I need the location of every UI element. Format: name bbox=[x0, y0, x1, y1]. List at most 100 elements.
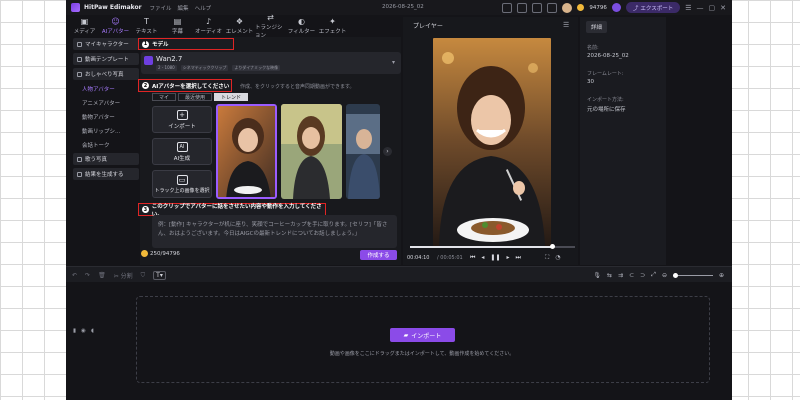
tool-icon: ▣ bbox=[80, 16, 89, 26]
prompt-input[interactable]: 例：[動作] キャラクターが机に座り、笑顔でコーヒーカップを手に取ります。[セリ… bbox=[152, 215, 397, 248]
model-selector[interactable]: Wan2.7 2 - 1080 シネマティッククリップ よりダイナミックな映像 … bbox=[141, 52, 401, 74]
fullscreen-icon[interactable]: ⛶ bbox=[545, 254, 549, 262]
step-forward-icon[interactable]: ▸ bbox=[506, 254, 509, 262]
subitem-anime-avatar[interactable]: アニメアバター bbox=[73, 97, 139, 109]
step-back-icon[interactable]: ◂ bbox=[481, 254, 484, 262]
chevron-down-icon: ▾ bbox=[391, 59, 395, 66]
microphone-icon[interactable]: 🎙 bbox=[593, 272, 601, 279]
toolbar-tool[interactable]: ♪ オーディオ bbox=[193, 15, 224, 37]
avatar-thumbnail[interactable] bbox=[281, 104, 342, 199]
scrubber-handle[interactable] bbox=[549, 244, 555, 249]
track-audio-icon[interactable]: ◖ bbox=[91, 328, 94, 334]
nav-talking-photo[interactable]: おしゃべり写真 bbox=[73, 68, 139, 80]
export-button[interactable]: ⤴ エクスポート bbox=[625, 2, 681, 13]
tool-label: テキスト bbox=[135, 28, 158, 35]
subitem-human-avatar[interactable]: 人物アバター bbox=[73, 83, 139, 95]
avatar-thumbnail-selected[interactable] bbox=[216, 104, 277, 199]
nav-generate-results[interactable]: 結果を生成する bbox=[73, 168, 139, 180]
menu-icon[interactable]: ☰ bbox=[563, 21, 569, 29]
zoom-out-icon[interactable]: ⊖ bbox=[662, 272, 667, 279]
points-count: 94796 bbox=[589, 4, 607, 11]
toolbar-tool[interactable]: ▤ 字幕 bbox=[162, 15, 193, 37]
avatar-thumbnail[interactable] bbox=[346, 104, 380, 199]
ai-generate-button[interactable]: AI AI生成 bbox=[152, 138, 212, 165]
title-actions: 94796 ⤴ エクスポート ☰ — ▢ ✕ bbox=[502, 2, 726, 13]
toolbar-tool[interactable]: ▣ メディア bbox=[69, 15, 100, 37]
toolbar-tool[interactable]: ❖ エレメント bbox=[224, 15, 255, 37]
monitor-icon[interactable] bbox=[502, 2, 513, 13]
toolbar-tool[interactable]: ⇄ トランジション bbox=[255, 12, 286, 39]
delete-icon[interactable]: 🗑 bbox=[98, 272, 106, 279]
redo-icon[interactable]: ↷ bbox=[85, 272, 90, 279]
tool-icon: T bbox=[144, 16, 149, 26]
tool-icon: ♪ bbox=[205, 16, 212, 26]
snap-icon[interactable]: ⇉ bbox=[618, 272, 623, 279]
toolbar-tool[interactable]: ☺ AIアバター bbox=[100, 15, 131, 37]
step-number: 3 bbox=[142, 206, 149, 213]
tab-trending[interactable]: トレンド bbox=[214, 93, 249, 101]
zoom-in-icon[interactable]: ⊕ bbox=[719, 272, 724, 279]
video-preview[interactable] bbox=[433, 38, 551, 246]
tool-icon: ✦ bbox=[329, 16, 336, 26]
notification-icon[interactable] bbox=[532, 2, 543, 13]
avatar-image bbox=[281, 104, 342, 199]
prev-frame-icon[interactable]: ⏮ bbox=[470, 254, 475, 262]
pause-icon[interactable]: ❚❚ bbox=[490, 254, 500, 262]
shield-icon[interactable]: ⛉ bbox=[141, 272, 146, 280]
nav-my-characters[interactable]: マイキャラクター bbox=[73, 38, 139, 50]
minimize-icon[interactable]: — bbox=[697, 4, 704, 12]
magnet-icon[interactable]: ⊂ bbox=[629, 272, 634, 279]
subitem-conversation[interactable]: 会話トーク bbox=[73, 139, 139, 151]
model-name: Wan2.7 bbox=[156, 55, 183, 63]
toolbar-tool[interactable]: ◐ フィルター bbox=[286, 15, 317, 37]
toolbar-tool[interactable]: ✦ エフェクト bbox=[317, 15, 348, 37]
zoom-handle[interactable] bbox=[672, 272, 678, 278]
model-tag: シネマティッククリップ bbox=[180, 65, 229, 71]
next-frame-icon[interactable]: ⏭ bbox=[516, 254, 521, 262]
vip-icon[interactable] bbox=[611, 3, 621, 12]
subitem-animal-avatar[interactable]: 動物アバター bbox=[73, 111, 139, 123]
text-tool-button[interactable]: T▾ bbox=[153, 271, 166, 280]
track-lock-icon[interactable]: ▮ bbox=[73, 328, 76, 334]
coin-icon bbox=[577, 4, 585, 11]
step-number: 2 bbox=[142, 82, 149, 89]
generate-button[interactable]: 作成する bbox=[360, 250, 397, 260]
nav-video-templates[interactable]: 動画テンプレート bbox=[73, 53, 139, 65]
menu-edit[interactable]: 編集 bbox=[178, 4, 189, 12]
user-avatar[interactable] bbox=[562, 2, 573, 13]
ripple-icon[interactable]: ⊃ bbox=[640, 272, 645, 279]
track-header: ▮ ◉ ◖ bbox=[73, 328, 94, 334]
tool-icon: ☺ bbox=[111, 16, 120, 26]
maximize-icon[interactable]: ▢ bbox=[709, 4, 716, 12]
import-media-button[interactable]: ▰ インポート bbox=[390, 328, 455, 342]
fit-icon[interactable]: ⤢ bbox=[651, 271, 656, 279]
tool-label: フィルター bbox=[287, 28, 316, 35]
toolbar-tool[interactable]: T テキスト bbox=[131, 15, 162, 37]
close-icon[interactable]: ✕ bbox=[720, 4, 726, 12]
video-scrubber[interactable] bbox=[410, 244, 575, 249]
menu-help[interactable]: ヘルプ bbox=[195, 4, 212, 12]
ai-icon: AI bbox=[176, 141, 188, 152]
split-button[interactable]: ✂ 分割 bbox=[114, 271, 133, 280]
undo-icon[interactable]: ↶ bbox=[72, 272, 77, 279]
volume-icon[interactable]: ◔ bbox=[555, 254, 560, 262]
nav-singing-photo[interactable]: 歌う写真 bbox=[73, 153, 139, 165]
select-track-image-button[interactable]: ▭ トラック上の画像を選択 bbox=[152, 170, 212, 198]
menu-file[interactable]: ファイル bbox=[150, 4, 172, 12]
tab-mine[interactable]: マイ bbox=[152, 93, 177, 101]
subitem-lip-sync[interactable]: 動画リップシ... bbox=[73, 125, 139, 137]
info-icon[interactable] bbox=[547, 2, 558, 13]
timeline-edit-tools: ↶ ↷ 🗑 ✂ 分割 ⛉ T▾ bbox=[72, 271, 166, 280]
menu-icon[interactable]: ☰ bbox=[685, 4, 691, 12]
tab-details[interactable]: 詳細 bbox=[586, 21, 608, 33]
import-avatar-button[interactable]: + インポート bbox=[152, 106, 212, 133]
message-icon[interactable] bbox=[517, 2, 528, 13]
tool-icon: ⇄ bbox=[267, 12, 274, 22]
scrubber-progress bbox=[410, 246, 552, 248]
link-icon[interactable]: ⇆ bbox=[607, 272, 612, 279]
tab-recent[interactable]: 最近使用 bbox=[178, 93, 213, 101]
tool-icon: ◐ bbox=[298, 16, 305, 26]
track-visibility-icon[interactable]: ◉ bbox=[81, 328, 86, 334]
zoom-slider[interactable] bbox=[672, 272, 713, 278]
chevron-right-icon[interactable]: › bbox=[383, 147, 392, 156]
